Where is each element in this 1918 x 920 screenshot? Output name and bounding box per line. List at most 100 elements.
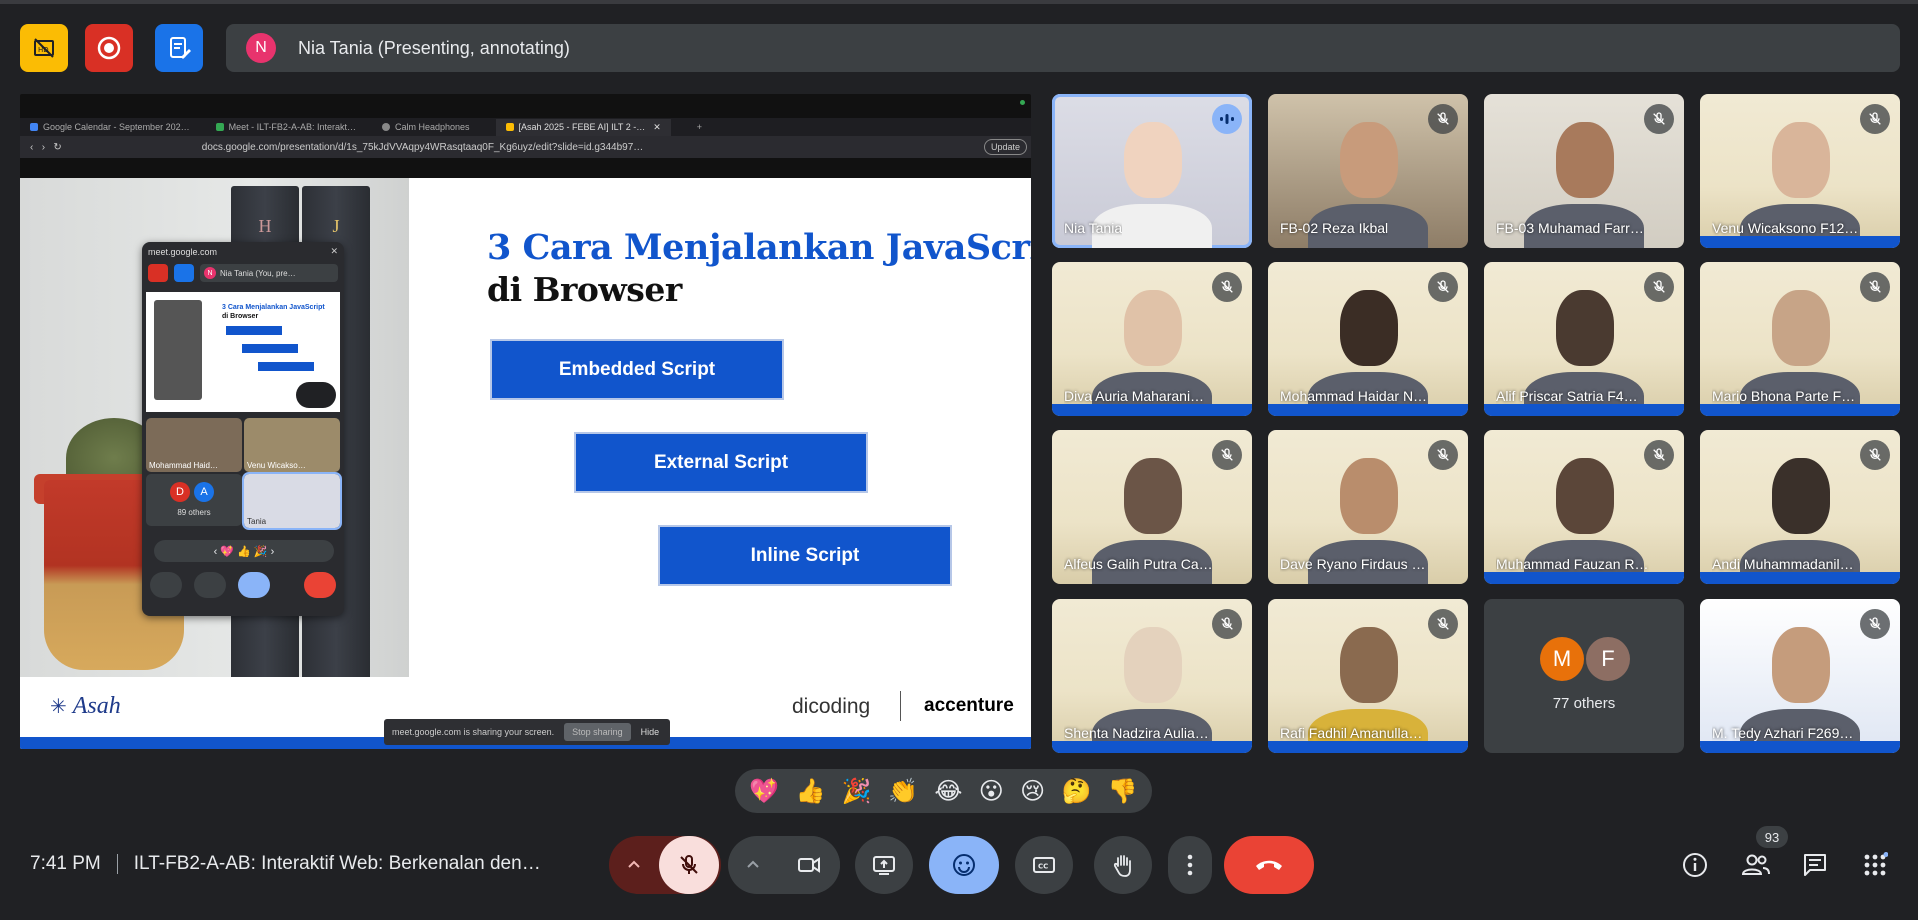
browser-tab[interactable]: Meet - ILT-FB2-A-AB: Interakt…: [215, 122, 356, 132]
reaction-thumbs-down[interactable]: 👎: [1108, 777, 1138, 806]
forward-icon[interactable]: ›: [42, 142, 45, 153]
book-letter: H: [258, 216, 272, 236]
reaction-joy[interactable]: 😂: [934, 777, 962, 806]
browser-tab[interactable]: Calm Headphones: [381, 122, 470, 132]
participant-name: Rafi Fadhil Amanulla…: [1280, 725, 1423, 741]
participant-tile[interactable]: Nia Tania: [1052, 94, 1252, 248]
pip-annotate-button[interactable]: [296, 382, 336, 408]
meeting-details-button[interactable]: [1675, 845, 1715, 885]
participant-tile[interactable]: Diva Auria Maharani…: [1052, 262, 1252, 416]
hd-off-button[interactable]: HD: [20, 24, 68, 72]
reaction-party-popper[interactable]: 🎉: [842, 777, 872, 806]
pip-reactions[interactable]: ‹ 💖 👍 🎉 ›: [154, 540, 334, 562]
pip-more-icon[interactable]: [282, 572, 292, 598]
leave-call-button[interactable]: [1224, 836, 1314, 894]
reactions-button[interactable]: [929, 836, 999, 894]
participant-tile[interactable]: Alfeus Galih Putra Ca…: [1052, 430, 1252, 584]
pip-close-icon[interactable]: ✕: [330, 246, 338, 257]
take-notes-button[interactable]: [155, 24, 203, 72]
stop-sharing-button[interactable]: Stop sharing: [564, 723, 631, 741]
share-banner-text: meet.google.com is sharing your screen.: [392, 727, 555, 737]
recording-button[interactable]: [85, 24, 133, 72]
mic-toggle-button[interactable]: [659, 836, 719, 894]
browser-tab-active[interactable]: [Asah 2025 - FEBE AI] ILT 2 -… ✕: [495, 118, 671, 136]
window-top-edge: [0, 0, 1918, 4]
participant-tile[interactable]: Shenta Nadzira Aulia…: [1052, 599, 1252, 753]
captions-button[interactable]: CC: [1015, 836, 1073, 894]
back-icon[interactable]: ‹: [30, 142, 33, 153]
chat-button[interactable]: [1795, 845, 1835, 885]
url-bar[interactable]: docs.google.com/presentation/d/1s_75kJdV…: [202, 142, 644, 153]
participant-tile[interactable]: M. Tedy Azhari F269…: [1700, 599, 1900, 753]
browser-tab-label: Google Calendar - September 202…: [43, 122, 190, 132]
participant-name: FB-02 Reza Ikbal: [1280, 220, 1389, 236]
camera-toggle-button[interactable]: [778, 836, 840, 894]
participant-tile[interactable]: Andi Muhammadanil…: [1700, 430, 1900, 584]
people-button[interactable]: [1736, 845, 1776, 885]
reaction-surprised[interactable]: 😮: [979, 777, 1004, 806]
pip-tile-name: Tania: [247, 517, 267, 526]
participant-tile[interactable]: Rafi Fadhil Amanulla…: [1268, 599, 1468, 753]
more-options-button[interactable]: [1168, 836, 1212, 894]
participant-name: Diva Auria Maharani…: [1064, 388, 1205, 404]
participant-tile[interactable]: Muhammad Fauzan R…: [1484, 430, 1684, 584]
no-hd-icon: HD: [34, 38, 54, 58]
pip-presenting-chip[interactable]: N Nia Tania (You, pre…: [200, 264, 338, 282]
video-options-button[interactable]: [738, 850, 768, 880]
browser-tab-strip: Google Calendar - September 202… Meet - …: [20, 118, 1031, 136]
virtual-background-strip: [1484, 572, 1684, 584]
mic-muted-icon: [1428, 272, 1458, 302]
reaction-thumbs-up[interactable]: 👍: [795, 777, 825, 806]
raise-hand-button[interactable]: [1094, 836, 1152, 894]
end-call-icon: [1256, 860, 1282, 870]
camera-control-group: [728, 836, 840, 894]
mic-muted-icon: [1428, 104, 1458, 134]
others-tile[interactable]: M F 77 others: [1484, 599, 1684, 753]
participant-face: [1340, 122, 1398, 198]
participant-name: Dave Ryano Firdaus …: [1280, 556, 1426, 572]
update-button[interactable]: Update: [983, 139, 1027, 155]
pip-notes-icon[interactable]: [174, 264, 194, 282]
others-label: 77 others: [1552, 695, 1616, 712]
chevron-up-icon: [628, 860, 640, 868]
participant-tile[interactable]: Venu Wicaksono F12…: [1700, 94, 1900, 248]
pip-mic-icon[interactable]: [150, 572, 182, 598]
reaction-clapping[interactable]: 👏: [888, 777, 918, 806]
hide-button[interactable]: Hide: [641, 727, 660, 737]
present-now-button[interactable]: [855, 836, 913, 894]
pip-end-call-icon[interactable]: [304, 572, 336, 598]
participant-name: Nia Tania: [1064, 220, 1123, 236]
participant-name: Mario Bhona Parte F…: [1712, 388, 1856, 404]
pip-present-icon[interactable]: [238, 572, 270, 598]
participant-name: Shenta Nadzira Aulia…: [1064, 725, 1209, 741]
participant-tile[interactable]: Mario Bhona Parte F…: [1700, 262, 1900, 416]
pip-participant-tile: Mohammad Haid…: [146, 418, 242, 472]
new-tab-icon[interactable]: +: [697, 122, 702, 132]
participant-tile[interactable]: FB-02 Reza Ikbal: [1268, 94, 1468, 248]
virtual-background-strip: [1052, 741, 1252, 753]
hand-icon: [1113, 855, 1131, 877]
browser-tab[interactable]: Google Calendar - September 202…: [30, 122, 190, 132]
record-icon: [97, 36, 121, 60]
activities-button[interactable]: [1855, 845, 1895, 885]
reaction-thinking[interactable]: 🤔: [1062, 777, 1092, 806]
meet-pip-window[interactable]: meet.google.com ✕ N Nia Tania (You, pre……: [142, 242, 344, 616]
participant-name: Mohammad Haidar N…: [1280, 388, 1428, 404]
participant-tile[interactable]: FB-03 Muhamad Farr…: [1484, 94, 1684, 248]
virtual-background-strip: [1268, 741, 1468, 753]
slides-favicon-icon: [505, 123, 514, 131]
mic-off-icon: [680, 855, 698, 874]
present-screen-icon: [873, 856, 895, 875]
audio-options-button[interactable]: [619, 850, 649, 880]
participant-tile[interactable]: Mohammad Haidar N…: [1268, 262, 1468, 416]
reload-icon[interactable]: ↻: [53, 142, 61, 153]
presenter-avatar: N: [246, 33, 276, 63]
tab-close-icon[interactable]: ✕: [653, 122, 661, 133]
pip-record-icon[interactable]: [148, 264, 168, 282]
reaction-crying[interactable]: 😢: [1020, 777, 1045, 806]
participant-tile[interactable]: Alif Priscar Satria F4…: [1484, 262, 1684, 416]
presenting-chip[interactable]: N Nia Tania (Presenting, annotating): [226, 24, 1900, 72]
participant-tile[interactable]: Dave Ryano Firdaus …: [1268, 430, 1468, 584]
reaction-sparkling-heart[interactable]: 💖: [749, 777, 779, 806]
pip-camera-icon[interactable]: [194, 572, 226, 598]
